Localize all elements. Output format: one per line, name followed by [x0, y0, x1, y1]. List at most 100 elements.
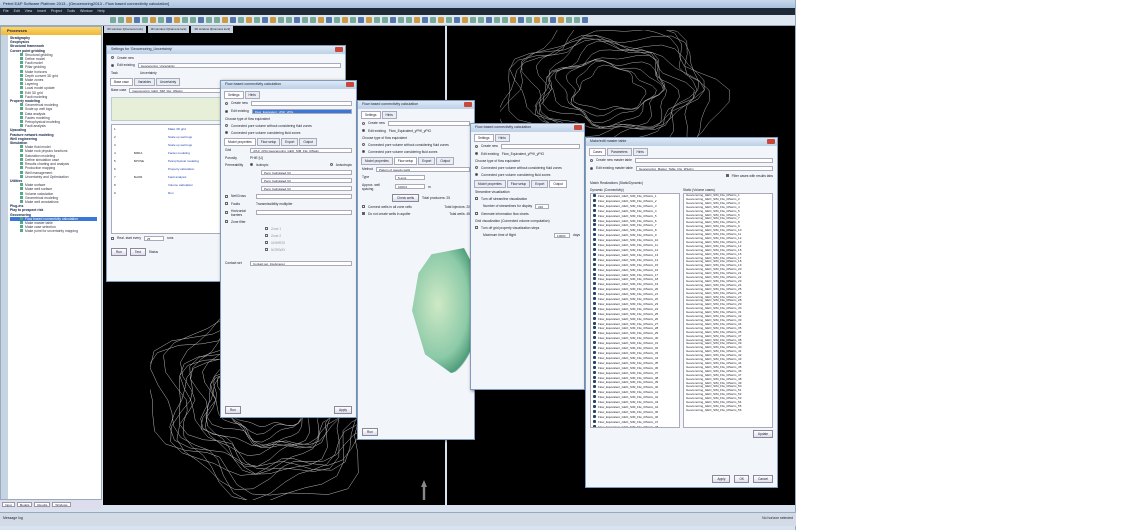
toolbar-button-icon[interactable]	[254, 17, 260, 23]
toolbar-button-icon[interactable]	[438, 17, 444, 23]
toolbar-button-icon[interactable]	[230, 17, 236, 23]
repeat-input[interactable]: 25	[144, 235, 165, 241]
tab[interactable]: Hints	[244, 91, 260, 99]
toolbar-button-icon[interactable]	[494, 17, 500, 23]
type-select[interactable]: 5-spot	[395, 174, 425, 180]
menu-item[interactable]: Insert	[37, 9, 46, 14]
toolbar-button-icon[interactable]	[566, 17, 572, 23]
edit-existing-radio[interactable]	[590, 166, 593, 170]
close-button[interactable]	[574, 125, 582, 130]
create-new-radio[interactable]	[225, 101, 228, 105]
tab[interactable]: Settings	[224, 91, 244, 99]
tab[interactable]: Export	[281, 138, 299, 146]
close-button[interactable]	[464, 102, 472, 107]
zone-checkbox[interactable]	[265, 234, 268, 237]
toolbar-button-icon[interactable]	[366, 17, 372, 23]
toolbar-button-icon[interactable]	[262, 17, 268, 23]
tab[interactable]: Hints	[632, 148, 648, 156]
toolbar-button-icon[interactable]	[510, 17, 516, 23]
create-new-field[interactable]	[250, 100, 352, 106]
grid-vis-checkbox[interactable]	[475, 226, 478, 229]
toolbar-button-icon[interactable]	[126, 17, 132, 23]
create-new-radio[interactable]	[111, 56, 114, 59]
cancel-button[interactable]: Cancel	[753, 474, 773, 483]
test-button[interactable]: Test	[129, 247, 146, 256]
toolbar-button-icon[interactable]	[110, 17, 116, 23]
edit-existing-select[interactable]: Geocenoring_Master_Table_Flw_t0Swim	[635, 165, 773, 171]
toolbar-button-icon[interactable]	[574, 17, 580, 23]
toolbar-button-icon[interactable]	[446, 17, 452, 23]
toolbar-button-icon[interactable]	[374, 17, 380, 23]
tab[interactable]: Settings	[474, 134, 494, 142]
create-new-radio[interactable]	[475, 144, 478, 148]
toolbar-button-icon[interactable]	[390, 17, 396, 23]
dynamic-list[interactable]: Flow_Equivalent_GEO_SIM_Flw_t0Swim_1 Flow…	[590, 193, 680, 428]
toolbar-button-icon[interactable]	[478, 17, 484, 23]
toolbar-button-icon[interactable]	[182, 17, 188, 23]
tab[interactable]: Uncertainty	[155, 78, 181, 86]
close-button[interactable]	[335, 47, 343, 52]
check-wells-button[interactable]: Check wells	[392, 193, 420, 202]
repeat-checkbox[interactable]	[111, 236, 114, 240]
grid-field[interactable]: yPHI_yPIG Geocenoring_GEO_SIM_Flw_t0Swim	[250, 147, 352, 153]
toolbar-button-icon[interactable]	[206, 17, 212, 23]
zone-checkbox[interactable]	[265, 241, 268, 244]
tree-process[interactable]: Make point for uncertainty mapping	[10, 229, 97, 233]
tab[interactable]: Export	[418, 157, 436, 165]
toolbar-button-icon[interactable]	[278, 17, 284, 23]
tab[interactable]: Model properties	[474, 180, 506, 188]
toolbar-button-icon[interactable]	[198, 17, 204, 23]
toolbar-button-icon[interactable]	[542, 17, 548, 23]
edit-existing-value[interactable]: Flow_Equivalent_yPHI_yPIG	[502, 152, 544, 156]
update-button[interactable]: Update	[752, 429, 773, 438]
tab[interactable]: Flow setup	[393, 157, 418, 165]
no-aquifer-checkbox[interactable]	[362, 212, 365, 215]
toolbar-button-icon[interactable]	[486, 17, 492, 23]
toolbar-button-icon[interactable]	[134, 17, 140, 23]
faults-value[interactable]: Transmissibility multiplier	[256, 202, 293, 206]
toolbar-button-icon[interactable]	[270, 17, 276, 23]
toolbar-button-icon[interactable]	[422, 17, 428, 23]
connect-checkbox[interactable]	[362, 205, 365, 208]
tab[interactable]: Parameters	[607, 148, 632, 156]
toolbar-button-icon[interactable]	[398, 17, 404, 23]
tab[interactable]: Settings	[361, 111, 381, 119]
perm-field[interactable]: Perm Calculated [U]	[261, 185, 352, 191]
tab[interactable]: Output	[436, 157, 454, 165]
close-button[interactable]	[346, 82, 354, 87]
barriers-field[interactable]	[256, 210, 352, 215]
create-new-radio[interactable]	[590, 158, 593, 162]
toolbar-button-icon[interactable]	[118, 17, 124, 23]
toolbar-button-icon[interactable]	[518, 17, 524, 23]
perm-field[interactable]: Perm Calculated [U]	[261, 169, 352, 175]
tab[interactable]: Model properties	[361, 157, 393, 165]
toolbar-button-icon[interactable]	[430, 17, 436, 23]
toolbar-button-icon[interactable]	[214, 17, 220, 23]
tab[interactable]: Flow setup	[506, 180, 531, 188]
option2-radio[interactable]	[225, 131, 228, 134]
isotropic-radio[interactable]	[250, 163, 253, 166]
toolbar-button-icon[interactable]	[502, 17, 508, 23]
option2-radio[interactable]	[475, 173, 478, 176]
toolbar-button-icon[interactable]	[358, 17, 364, 23]
run-button[interactable]: Run	[225, 405, 241, 414]
zone-checkbox[interactable]	[265, 248, 268, 251]
edit-existing-radio[interactable]	[362, 129, 365, 132]
option1-radio[interactable]	[225, 124, 228, 127]
toolbar-button-icon[interactable]	[246, 17, 252, 23]
run-button[interactable]: Run	[111, 247, 127, 256]
toolbar-button-icon[interactable]	[174, 17, 180, 23]
menu-item[interactable]: File	[3, 9, 9, 14]
ok-button[interactable]: OK	[734, 474, 750, 483]
max-time-input[interactable]: 10000	[554, 232, 571, 238]
toolbar-button-icon[interactable]	[294, 17, 300, 23]
toolbar-button-icon[interactable]	[310, 17, 316, 23]
toolbar-button-icon[interactable]	[150, 17, 156, 23]
menu-item[interactable]: Project	[51, 9, 62, 14]
toolbar-button-icon[interactable]	[326, 17, 332, 23]
toolbar-button-icon[interactable]	[334, 17, 340, 23]
create-new-field[interactable]	[387, 120, 470, 126]
dynamic-case[interactable]: Flow_Equivalent_GEO_SIM_Flw_t0Swim_48	[591, 425, 679, 427]
run-button[interactable]: Run	[362, 427, 378, 436]
anisotropic-radio[interactable]	[329, 163, 333, 166]
